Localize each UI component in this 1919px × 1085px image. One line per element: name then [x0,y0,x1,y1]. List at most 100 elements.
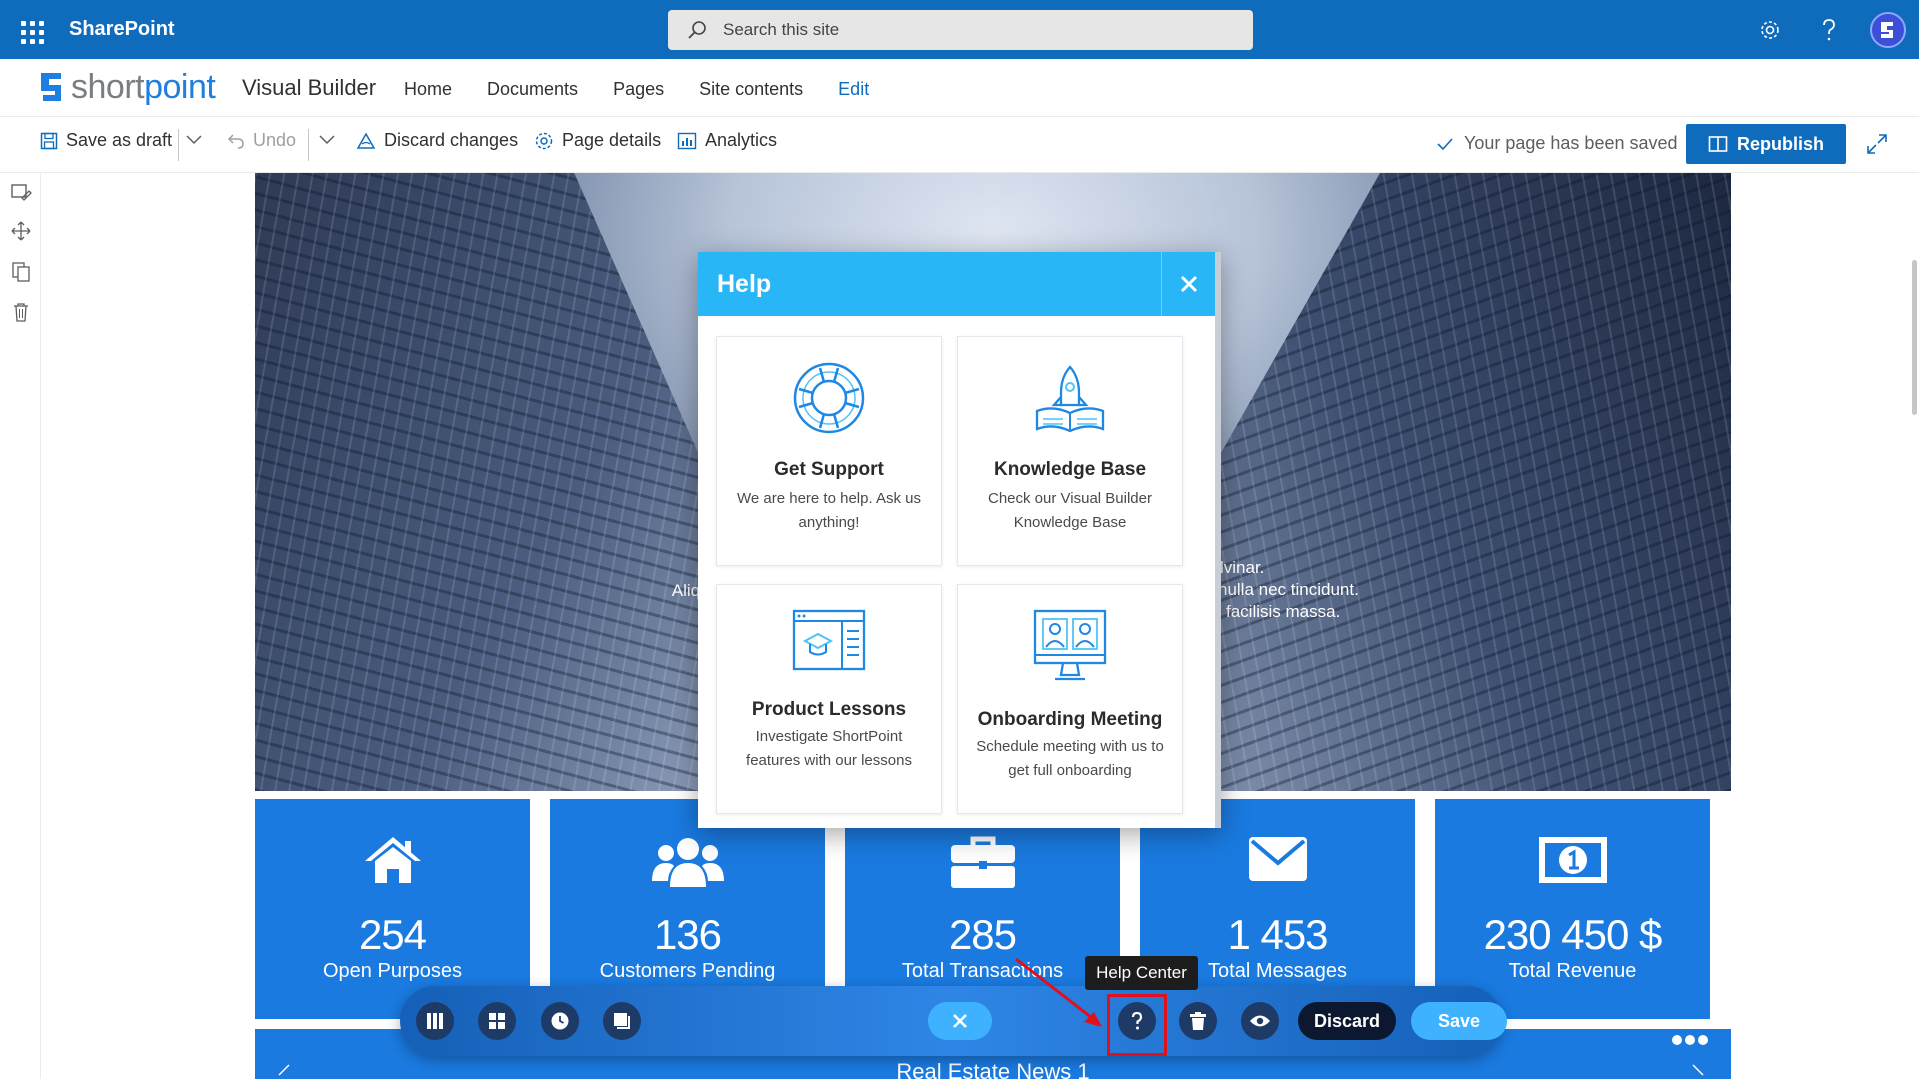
news-title[interactable]: Real Estate News 1 [255,1059,1731,1085]
nav-home[interactable]: Home [404,79,452,100]
help-card-get-support[interactable]: Get Support We are here to help. Ask us … [716,336,942,566]
grid-button[interactable] [478,1002,516,1040]
help-question-icon[interactable] [1813,14,1845,46]
nav-site-contents[interactable]: Site contents [699,79,803,100]
help-card-onboarding-meeting[interactable]: Onboarding Meeting Schedule meeting with… [957,584,1183,814]
users-icon [651,838,724,887]
help-card-product-lessons[interactable]: Product Lessons Investigate ShortPoint f… [716,584,942,814]
stat-value: 1 453 [1227,911,1328,958]
chevron-right-icon[interactable] [1689,1063,1709,1083]
nav-pages[interactable]: Pages [613,79,664,100]
expand-icon[interactable] [1866,133,1888,160]
stat-label: Total Revenue [1508,960,1637,982]
stat-value: 285 [948,911,1017,958]
search-box[interactable]: Search this site [668,10,1253,50]
close-dialog-button[interactable] [1161,252,1216,316]
card-title: Onboarding Meeting [977,709,1163,730]
rocket-book-icon [1035,365,1105,433]
close-icon [953,1014,967,1028]
analytics-button[interactable]: Analytics [677,130,777,151]
columns-icon [427,1013,443,1029]
history-button[interactable] [541,1002,579,1040]
save-as-draft-button[interactable]: Save as draft [40,130,172,151]
product-name: Visual Builder [242,75,377,100]
app-launcher-icon[interactable] [15,15,45,45]
sharepoint-brand[interactable]: SharePoint [69,18,175,41]
grid-icon [489,1013,505,1029]
stat-label: Open Purposes [323,960,462,982]
more-options-icon[interactable] [1672,1035,1708,1045]
shortpoint-logo[interactable]: shortpoint [39,68,216,106]
card-title: Knowledge Base [993,459,1147,480]
shortpoint-avatar-icon [1881,22,1893,38]
command-bar: Save as draft Undo Discard changes Page … [0,117,1919,173]
page-scrollbar[interactable] [1912,260,1917,415]
annotation-highlight-box [1107,994,1167,1056]
discard-changes-button[interactable]: Discard changes [356,130,518,151]
clock-icon [551,1012,569,1030]
nav-documents[interactable]: Documents [487,79,578,100]
save-status: Your page has been saved [1436,133,1678,154]
checkmark-icon [1437,137,1453,150]
move-icon[interactable] [10,220,32,242]
eye-icon [1250,1015,1270,1027]
meeting-icon [1033,609,1107,681]
card-description: We are here to help. Ask us anything! [737,490,921,531]
suite-bar: SharePoint Search this site [0,0,1919,59]
close-icon [1180,275,1198,293]
user-avatar[interactable] [1870,12,1906,48]
help-center-tooltip: Help Center [1085,956,1198,990]
delete-section-button[interactable] [1179,1002,1217,1040]
delete-icon[interactable] [10,301,32,323]
help-dialog: Help Get Support We are here to help. As… [698,252,1221,828]
preview-button[interactable] [1241,1002,1279,1040]
stat-value: 254 [358,911,427,958]
shortpoint-logo-icon [41,73,61,101]
edit-section-icon[interactable] [10,181,32,203]
save-options-chevron-icon[interactable] [186,135,210,145]
gear-icon [535,132,553,149]
discard-button[interactable]: Discard [1298,1002,1396,1040]
discard-icon [356,131,376,149]
search-placeholder: Search this site [723,20,840,39]
card-description: Check our Visual Builder Knowledge Base [988,490,1152,531]
save-button[interactable]: Save [1411,1002,1507,1040]
card-title: Get Support [774,459,884,480]
site-header: shortpoint Visual Builder Home Documents… [0,59,1919,117]
logo-wordmark: shortpoint [71,68,216,106]
stat-label: Customers Pending [599,960,776,982]
save-icon [40,132,58,149]
envelope-icon [1248,837,1307,881]
briefcase-icon [950,836,1015,888]
book-icon [1708,136,1728,152]
help-dialog-title: Help [717,270,772,298]
stat-value: 230 450 $ [1483,911,1663,958]
columns-button[interactable] [416,1002,454,1040]
home-icon [364,837,421,883]
hero-text-right: lvinar. nulla nec tincidunt. facilisis m… [1218,558,1359,621]
duplicate-icon[interactable] [10,261,32,283]
money-icon [1538,837,1607,883]
card-title: Product Lessons [751,699,907,720]
nav-edit[interactable]: Edit [838,79,869,100]
layers-button[interactable] [603,1002,641,1040]
card-description: Schedule meeting with us to get full onb… [976,738,1164,779]
layers-icon [614,1013,630,1029]
stat-tile-total-revenue[interactable]: 230 450 $ Total Revenue [1435,799,1710,1019]
analytics-icon [677,132,697,149]
close-toolbar-button[interactable] [928,1002,992,1040]
site-navigation: Home Documents Pages Site contents Edit [404,79,904,100]
help-dialog-header: Help [698,252,1215,316]
left-tool-rail [0,173,41,1079]
undo-button[interactable]: Undo [227,130,296,151]
settings-gear-icon[interactable] [1754,14,1786,46]
republish-button[interactable]: Republish [1686,124,1846,164]
page-details-button[interactable]: Page details [534,130,661,151]
search-icon [688,21,706,39]
lessons-icon [792,609,866,671]
undo-options-chevron-icon[interactable] [319,135,343,145]
trash-icon [1190,1012,1206,1030]
help-card-knowledge-base[interactable]: Knowledge Base Check our Visual Builder … [957,336,1183,566]
lifebuoy-icon [793,362,865,434]
undo-icon [227,133,244,149]
